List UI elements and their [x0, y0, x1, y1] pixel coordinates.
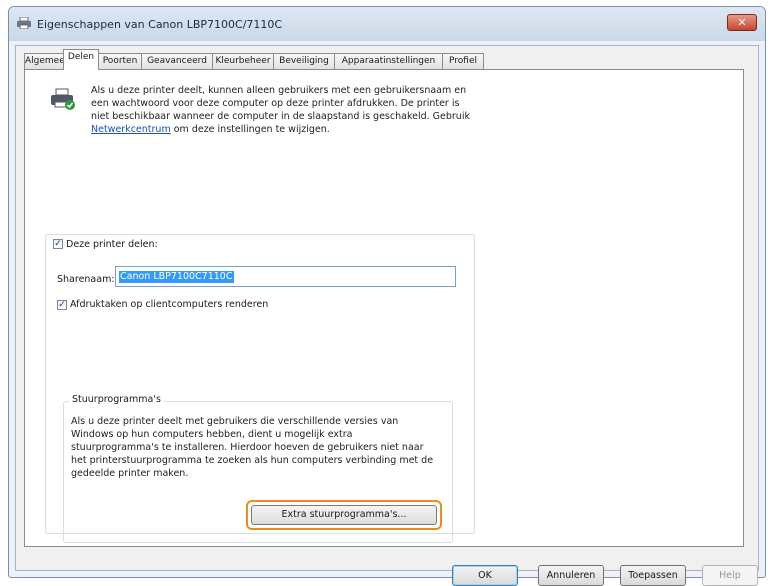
tab-geavanceerd[interactable]: Geavanceerd — [141, 53, 213, 69]
extra-drivers-button[interactable]: Extra stuurprogramma's... — [251, 505, 437, 525]
tab-apparaatinstellingen[interactable]: Apparaatinstellingen — [334, 53, 443, 69]
tab-beveiliging[interactable]: Beveiliging — [273, 53, 335, 69]
printer-icon — [17, 17, 31, 29]
cancel-button[interactable]: Annuleren — [538, 565, 604, 586]
apply-button[interactable]: Toepassen — [620, 565, 686, 586]
properties-window: Eigenschappen van Canon LBP7100C/7110C ✕… — [8, 6, 766, 586]
sharing-description: Als u deze printer deelt, kunnen alleen … — [91, 84, 471, 136]
extra-drivers-highlight: Extra stuurprogramma's... — [246, 500, 442, 530]
render-client-checkbox[interactable]: ✓ — [57, 300, 67, 310]
share-name-input[interactable]: Canon LBP7100C7110C — [115, 266, 456, 287]
intro-text: Als u deze printer deelt, kunnen alleen … — [91, 85, 470, 122]
tab-algemeen[interactable]: Algemeen — [24, 53, 70, 69]
tab-kleurbeheer[interactable]: Kleurbeheer — [212, 53, 274, 69]
share-name-label: Sharenaam: — [57, 274, 115, 285]
ok-button[interactable]: OK — [452, 565, 518, 586]
close-button[interactable]: ✕ — [727, 14, 757, 31]
tab-delen[interactable]: Delen — [63, 49, 99, 70]
render-client-label: Afdruktaken op clientcomputers renderen — [70, 299, 269, 310]
drivers-group-title: Stuurprogramma's — [69, 394, 164, 405]
sharing-panel: Als u deze printer deelt, kunnen alleen … — [24, 69, 744, 547]
share-printer-label: Deze printer delen: — [66, 239, 158, 250]
network-center-link[interactable]: Netwerkcentrum — [91, 124, 171, 135]
title-bar[interactable]: Eigenschappen van Canon LBP7100C/7110C ✕ — [9, 7, 765, 41]
intro-text-after: om deze instellingen te wijzigen. — [173, 124, 330, 135]
help-button[interactable]: Help — [702, 565, 758, 586]
tab-poorten[interactable]: Poorten — [98, 53, 142, 69]
dialog-client: Algemeen Delen Poorten Geavanceerd Kleur… — [15, 45, 759, 586]
window-title: Eigenschappen van Canon LBP7100C/7110C — [37, 18, 283, 31]
share-printer-checkbox[interactable]: ✓ — [53, 239, 63, 249]
drivers-description: Als u deze printer deelt met gebruikers … — [71, 416, 434, 479]
tab-strip: Algemeen Delen Poorten Geavanceerd Kleur… — [24, 49, 750, 70]
tab-profiel[interactable]: Profiel — [442, 53, 484, 69]
shared-printer-icon — [51, 88, 75, 110]
share-name-value: Canon LBP7100C7110C — [119, 271, 234, 283]
